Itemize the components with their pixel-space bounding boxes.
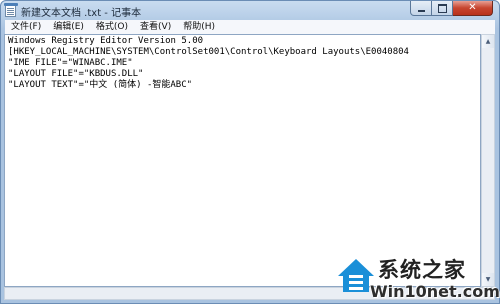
maximize-icon xyxy=(437,3,447,13)
watermark-url: Win10net.com xyxy=(370,282,500,301)
text-line: "LAYOUT FILE"="KBDUS.DLL" xyxy=(8,69,144,79)
window-title: 新建文本文档 .txt - 记事本 xyxy=(21,8,142,19)
text-line: "IME FILE"="WINABC.IME" xyxy=(8,58,133,68)
text-line: "LAYOUT TEXT"="中文 (简体) -智能ABC" xyxy=(8,80,193,90)
menu-help[interactable]: 帮助(H) xyxy=(177,20,221,34)
text-line: [HKEY_LOCAL_MACHINE\SYSTEM\ControlSet001… xyxy=(8,47,409,57)
maximize-button[interactable] xyxy=(432,1,453,16)
caption-buttons: ✕ xyxy=(410,1,493,17)
minimize-icon xyxy=(417,9,425,12)
menu-view[interactable]: 查看(V) xyxy=(134,20,177,34)
menu-edit[interactable]: 编辑(E) xyxy=(47,20,90,34)
text-line: Windows Registry Editor Version 5.00 xyxy=(8,36,204,46)
close-icon: ✕ xyxy=(468,2,477,13)
minimize-button[interactable] xyxy=(410,1,432,16)
close-button[interactable]: ✕ xyxy=(453,1,493,16)
menu-file[interactable]: 文件(F) xyxy=(5,20,47,34)
menu-bar: 文件(F) 编辑(E) 格式(O) 查看(V) 帮助(H) xyxy=(5,20,495,35)
scroll-up-arrow-icon[interactable]: ▲ xyxy=(482,35,494,48)
menu-format[interactable]: 格式(O) xyxy=(90,20,134,34)
watermark: 系统之家 Win10net.com xyxy=(330,252,500,304)
vertical-scrollbar[interactable]: ▲ ▼ xyxy=(481,34,495,287)
text-editor[interactable]: Windows Registry Editor Version 5.00 [HK… xyxy=(4,34,481,287)
notepad-icon[interactable] xyxy=(4,3,18,17)
watermark-brand: 系统之家 xyxy=(378,258,466,282)
title-bar[interactable]: 新建文本文档 .txt - 记事本 ✕ xyxy=(1,1,499,20)
